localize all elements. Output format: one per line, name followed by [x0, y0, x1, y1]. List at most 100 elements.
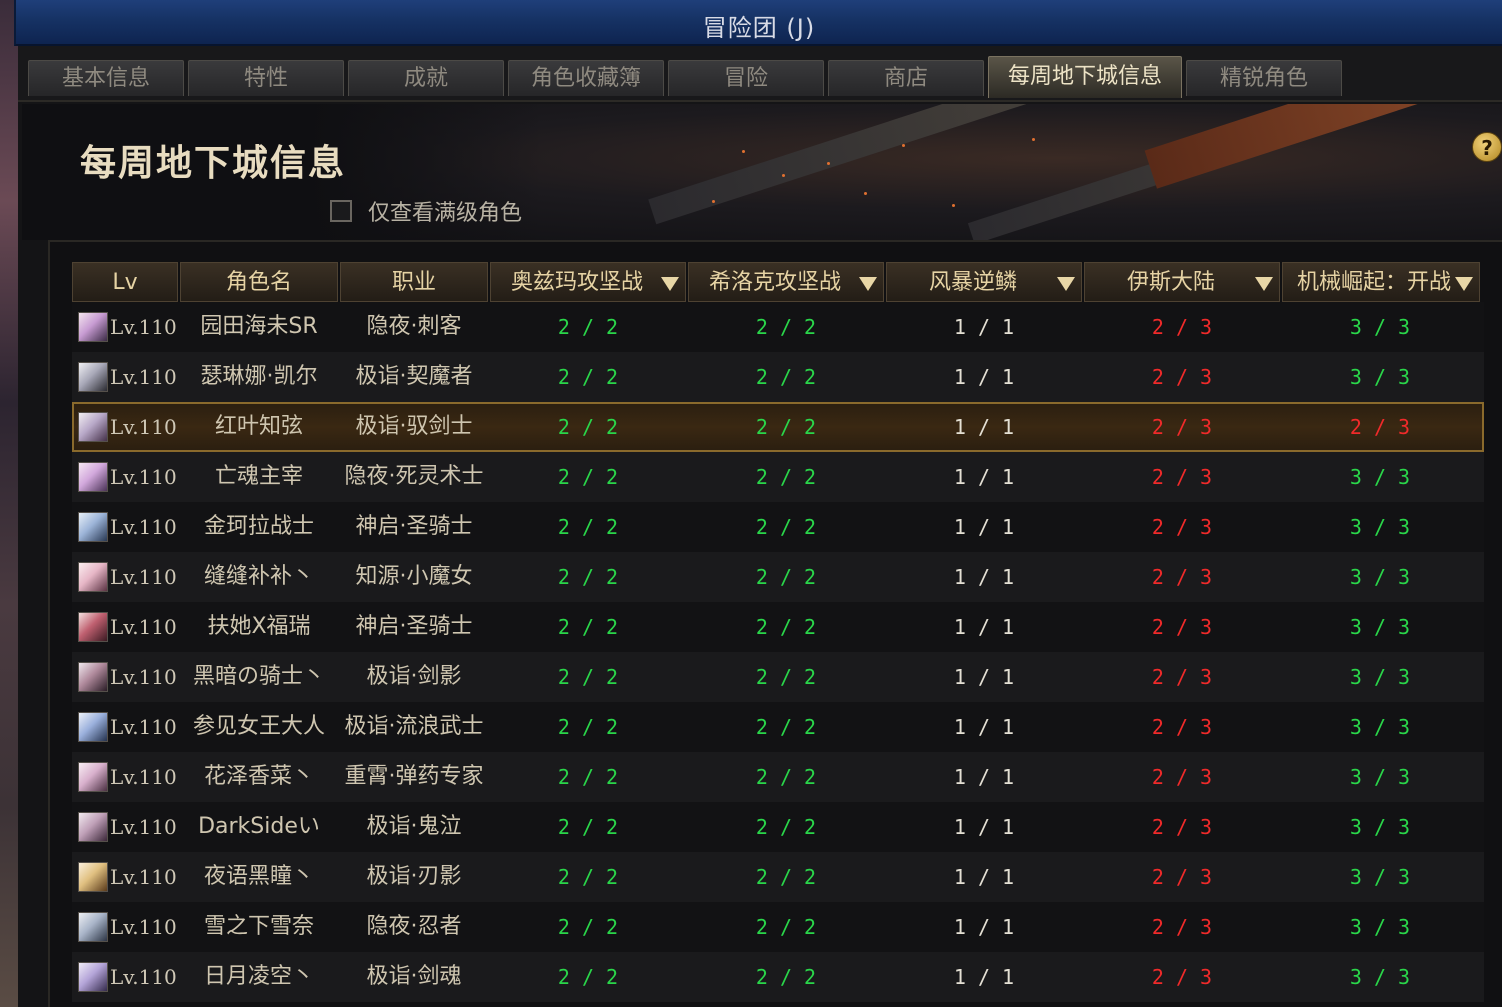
table-header: Lv 角色名 职业 奥兹玛攻坚战 希洛克攻坚战 风暴逆鳞 伊斯大陆 机械崛起：开… [72, 262, 1484, 302]
clear-count-isys: 2 / 3 [1151, 515, 1213, 539]
column-header-label: 职业 [391, 270, 436, 295]
table-row[interactable]: Lv.110 参见女王大人 极诣·流浪武士 2 / 2 2 / 2 1 / 1 2 / 3 3… [72, 702, 1484, 752]
character-name: 金珂拉战士 [203, 514, 314, 539]
banner-spark [782, 174, 785, 177]
column-header-job[interactable]: 职业 [340, 262, 488, 302]
table-row[interactable]: Lv.110 DarkSideい 极诣·鬼泣 2 / 2 2 / 2 1 / 1 2 / 3… [72, 802, 1484, 852]
table-row[interactable]: Lv.110 黑暗の骑士丶 极诣·剑影 2 / 2 2 / 2 1 / 1 2 / 3 3 /… [72, 652, 1484, 702]
character-level: Lv.110 [110, 565, 177, 589]
column-header-lv[interactable]: Lv [72, 262, 178, 302]
character-level: Lv.110 [110, 865, 177, 889]
clear-count-storm: 1 / 1 [953, 365, 1015, 389]
clear-count-isys: 2 / 3 [1151, 565, 1213, 589]
clear-count-isys: 2 / 3 [1151, 715, 1213, 739]
tab-adventure[interactable]: 冒险 [668, 60, 824, 96]
max-level-filter[interactable]: 仅查看满级角色 [330, 196, 522, 226]
tab-elite-characters[interactable]: 精锐角色 [1186, 60, 1342, 96]
clear-count-ozma: 2 / 2 [557, 865, 619, 889]
column-header-dungeon-storm[interactable]: 风暴逆鳞 [886, 262, 1082, 302]
tab-collection[interactable]: 角色收藏簿 [508, 60, 664, 96]
clear-count-ozma: 2 / 2 [557, 515, 619, 539]
clear-count-sirocco: 2 / 2 [755, 515, 817, 539]
clear-count-mechanic: 3 / 3 [1349, 365, 1411, 389]
table-row[interactable]: Lv.110 瑟琳娜·凯尔 极诣·契魔者 2 / 2 2 / 2 1 / 1 2 / 3 3 … [72, 352, 1484, 402]
help-icon[interactable]: ? [1472, 132, 1502, 162]
clear-count-mechanic: 3 / 3 [1349, 715, 1411, 739]
table-row[interactable]: Lv.110 园田海未SR 隐夜·刺客 2 / 2 2 / 2 1 / 1 2 / 3 3 /… [72, 302, 1484, 352]
character-name: 参见女王大人 [192, 714, 325, 739]
table-row[interactable]: Lv.110 扶她X福瑞 神启·圣骑士 2 / 2 2 / 2 1 / 1 2 / 3 3 /… [72, 602, 1484, 652]
clear-count-storm: 1 / 1 [953, 665, 1015, 689]
character-avatar [78, 912, 108, 942]
clear-count-ozma: 2 / 2 [557, 565, 619, 589]
clear-count-sirocco: 2 / 2 [755, 915, 817, 939]
clear-count-mechanic: 3 / 3 [1349, 565, 1411, 589]
character-name: 红叶知弦 [214, 414, 303, 439]
clear-count-isys: 2 / 3 [1151, 865, 1213, 889]
clear-count-isys: 2 / 3 [1151, 915, 1213, 939]
clear-count-ozma: 2 / 2 [557, 915, 619, 939]
dropdown-arrow-icon [661, 277, 679, 291]
max-level-filter-checkbox[interactable] [330, 200, 352, 222]
clear-count-storm: 1 / 1 [953, 465, 1015, 489]
clear-count-mechanic: 3 / 3 [1349, 515, 1411, 539]
clear-count-sirocco: 2 / 2 [755, 465, 817, 489]
clear-count-storm: 1 / 1 [953, 965, 1015, 989]
clear-count-sirocco: 2 / 2 [755, 315, 817, 339]
tab-achievements[interactable]: 成就 [348, 60, 504, 96]
clear-count-storm: 1 / 1 [953, 565, 1015, 589]
table-row[interactable]: Lv.110 红叶知弦 极诣·驭剑士 2 / 2 2 / 2 1 / 1 2 / 3 2 / … [72, 402, 1484, 452]
column-header-dungeon-mechanic[interactable]: 机械崛起：开战 [1282, 262, 1480, 302]
tab-traits[interactable]: 特性 [188, 60, 344, 96]
table-row[interactable]: Lv.110 日月凌空丶 极诣·剑魂 2 / 2 2 / 2 1 / 1 2 / 3 3 / … [72, 952, 1484, 1002]
character-name: 夜语黑瞳丶 [203, 864, 314, 889]
column-header-dungeon-isys[interactable]: 伊斯大陆 [1084, 262, 1280, 302]
dungeon-table: Lv 角色名 职业 奥兹玛攻坚战 希洛克攻坚战 风暴逆鳞 伊斯大陆 机械崛起：开… [72, 262, 1484, 1002]
table-row[interactable]: Lv.110 雪之下雪奈 隐夜·忍者 2 / 2 2 / 2 1 / 1 2 / 3 3 / … [72, 902, 1484, 952]
table-row[interactable]: Lv.110 亡魂主宰 隐夜·死灵术士 2 / 2 2 / 2 1 / 1 2 / 3 3 /… [72, 452, 1484, 502]
clear-count-sirocco: 2 / 2 [755, 365, 817, 389]
column-header-label: 风暴逆鳞 [928, 270, 1017, 295]
column-header-label: 希洛克攻坚战 [708, 270, 841, 295]
clear-count-mechanic: 3 / 3 [1349, 965, 1411, 989]
column-header-dungeon-sirocco[interactable]: 希洛克攻坚战 [688, 262, 884, 302]
table-row[interactable]: Lv.110 金珂拉战士 神启·圣骑士 2 / 2 2 / 2 1 / 1 2 / 3 3 /… [72, 502, 1484, 552]
clear-count-storm: 1 / 1 [953, 315, 1015, 339]
clear-count-sirocco: 2 / 2 [755, 615, 817, 639]
character-job: 隐夜·忍者 [366, 914, 462, 939]
column-header-name[interactable]: 角色名 [180, 262, 338, 302]
clear-count-ozma: 2 / 2 [557, 715, 619, 739]
window-title-bar[interactable]: 冒险团 (J) [14, 0, 1502, 46]
clear-count-ozma: 2 / 2 [557, 365, 619, 389]
game-world-background [0, 0, 18, 1007]
clear-count-sirocco: 2 / 2 [755, 765, 817, 789]
column-header-dungeon-ozma[interactable]: 奥兹玛攻坚战 [490, 262, 686, 302]
table-body: Lv.110 园田海未SR 隐夜·刺客 2 / 2 2 / 2 1 / 1 2 / 3 3 /… [72, 302, 1484, 1002]
character-avatar [78, 612, 108, 642]
tab-weekly-dungeon[interactable]: 每周地下城信息 [988, 56, 1182, 98]
clear-count-isys: 2 / 3 [1151, 415, 1213, 439]
table-row[interactable]: Lv.110 夜语黑瞳丶 极诣·刃影 2 / 2 2 / 2 1 / 1 2 / 3 3 / … [72, 852, 1484, 902]
clear-count-ozma: 2 / 2 [557, 815, 619, 839]
table-row[interactable]: Lv.110 缝缝补补丶 知源·小魔女 2 / 2 2 / 2 1 / 1 2 / 3 3 /… [72, 552, 1484, 602]
character-name: 缝缝补补丶 [203, 564, 314, 589]
character-avatar [78, 312, 108, 342]
character-name: 瑟琳娜·凯尔 [200, 364, 318, 389]
clear-count-ozma: 2 / 2 [557, 965, 619, 989]
table-row[interactable]: Lv.110 花泽香菜丶 重霄·弹药专家 2 / 2 2 / 2 1 / 1 2 / 3 3 … [72, 752, 1484, 802]
clear-count-storm: 1 / 1 [953, 615, 1015, 639]
tab-shop[interactable]: 商店 [828, 60, 984, 96]
column-header-label: Lv [112, 270, 138, 295]
character-avatar [78, 562, 108, 592]
banner-spark [742, 150, 745, 153]
clear-count-sirocco: 2 / 2 [755, 715, 817, 739]
banner-spark [902, 144, 905, 147]
clear-count-sirocco: 2 / 2 [755, 565, 817, 589]
clear-count-mechanic: 3 / 3 [1349, 465, 1411, 489]
clear-count-ozma: 2 / 2 [557, 765, 619, 789]
clear-count-mechanic: 3 / 3 [1349, 765, 1411, 789]
clear-count-storm: 1 / 1 [953, 865, 1015, 889]
character-name: 雪之下雪奈 [203, 914, 314, 939]
tab-basic-info[interactable]: 基本信息 [28, 60, 184, 96]
character-level: Lv.110 [110, 965, 177, 989]
